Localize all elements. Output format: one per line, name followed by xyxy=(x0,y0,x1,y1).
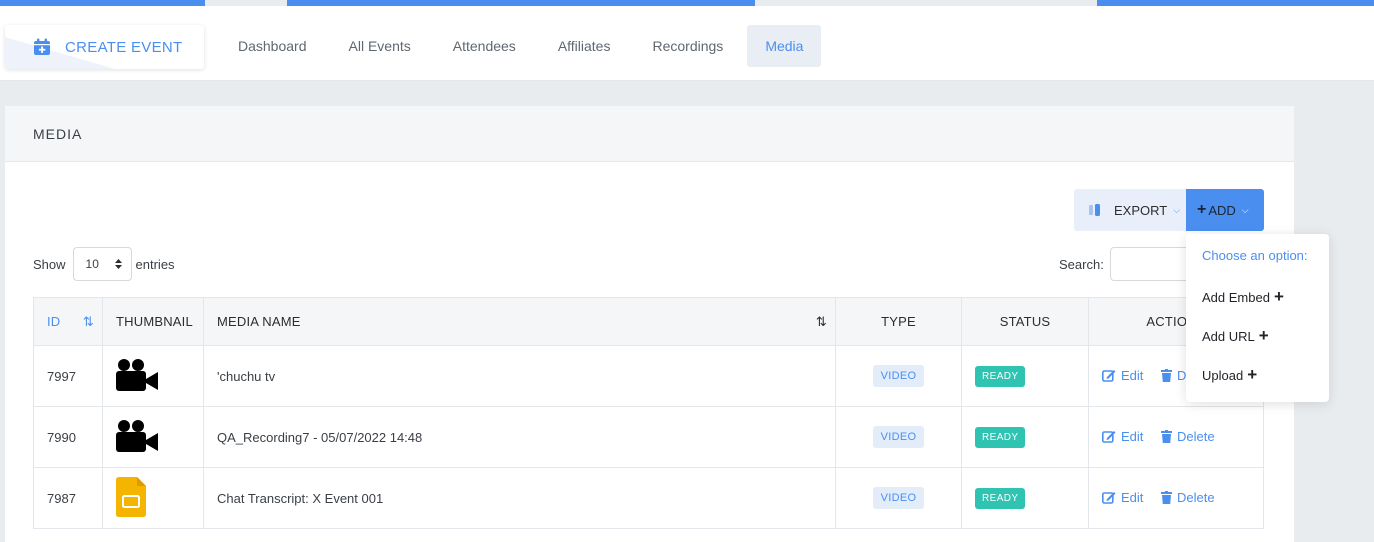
video-camera-icon xyxy=(116,419,158,452)
menu-item-upload[interactable]: Upload + xyxy=(1186,365,1329,385)
media-name: Chat Transcript: X Event 001 xyxy=(203,467,836,529)
type-badge: VIDEO xyxy=(872,365,925,387)
add-menu-heading: Choose an option: xyxy=(1202,248,1308,263)
add-button[interactable]: + ADD ⌵ xyxy=(1186,189,1264,231)
chevron-down-icon: ⌵ xyxy=(1241,204,1249,215)
add-options-menu: Choose an option: Add Embed + Add URL + … xyxy=(1186,234,1329,402)
page-length-control: Show 10 entries xyxy=(33,247,175,281)
create-event-label: CREATE EVENT xyxy=(65,38,183,56)
export-icon xyxy=(1089,204,1100,216)
edit-icon xyxy=(1102,430,1116,443)
plus-icon: + xyxy=(1197,201,1207,218)
export-label: EXPORT xyxy=(1114,202,1168,218)
nav-dashboard[interactable]: Dashboard xyxy=(238,25,307,67)
thumbnail[interactable] xyxy=(102,406,204,468)
table-row: 7990 QA_Recording7 - 05/07/2022 14:48 VI… xyxy=(33,406,1264,468)
status-badge: READY xyxy=(975,365,1026,387)
media-id: 7987 xyxy=(33,467,103,529)
chevron-down-icon: ⌵ xyxy=(1173,204,1181,215)
thumbnail[interactable] xyxy=(102,345,204,407)
trash-icon xyxy=(1161,429,1173,443)
menu-item-add-embed[interactable]: Add Embed + xyxy=(1186,287,1329,307)
edit-button[interactable]: Edit xyxy=(1102,490,1143,505)
nav-media[interactable]: Media xyxy=(747,25,822,67)
delete-button[interactable]: Delete xyxy=(1161,429,1215,444)
nav-all-events[interactable]: All Events xyxy=(349,25,411,67)
edit-button[interactable]: Edit xyxy=(1102,429,1143,444)
nav-affiliates[interactable]: Affiliates xyxy=(558,25,611,67)
status-badge: READY xyxy=(975,487,1026,509)
edit-icon xyxy=(1102,369,1116,382)
add-label: ADD xyxy=(1208,202,1236,218)
media-name: QA_Recording7 - 05/07/2022 14:48 xyxy=(203,406,836,468)
media-id: 7990 xyxy=(33,406,103,468)
delete-button[interactable]: Delete xyxy=(1161,490,1215,505)
plus-icon: + xyxy=(1247,365,1258,384)
calendar-plus-icon xyxy=(34,38,50,55)
column-header-id[interactable]: ID ⇅ xyxy=(33,297,103,346)
status-badge: READY xyxy=(975,426,1026,448)
top-navigation-bar: CREATE EVENT Dashboard All Events Attend… xyxy=(0,6,1374,81)
media-table: ID ⇅ THUMBNAIL MEDIA NAME ⇅ TYPE STATUS … xyxy=(33,297,1264,529)
table-row: 7997 'chuchu tv VIDEO READY Edit xyxy=(33,345,1264,407)
nav-recordings[interactable]: Recordings xyxy=(652,25,723,67)
type-badge: VIDEO xyxy=(872,487,925,509)
nav-attendees[interactable]: Attendees xyxy=(453,25,516,67)
export-button[interactable]: EXPORT ⌵ xyxy=(1074,189,1186,231)
media-card: MEDIA EXPORT ⌵ + ADD ⌵ Show 10 entries S… xyxy=(5,106,1294,542)
sort-icon: ⇅ xyxy=(82,313,94,329)
page-length-value: 10 xyxy=(85,257,99,271)
create-event-button[interactable]: CREATE EVENT xyxy=(5,25,204,69)
plus-icon: + xyxy=(1273,287,1284,306)
main-nav: Dashboard All Events Attendees Affiliate… xyxy=(238,25,863,67)
slides-file-icon xyxy=(116,476,146,517)
search-label: Search: xyxy=(1059,256,1104,272)
column-header-thumbnail: THUMBNAIL xyxy=(102,297,204,346)
menu-item-add-url[interactable]: Add URL + xyxy=(1186,326,1329,346)
trash-icon xyxy=(1161,490,1173,504)
entries-label: entries xyxy=(135,256,175,272)
plus-icon: + xyxy=(1258,326,1269,345)
thumbnail[interactable] xyxy=(102,467,204,529)
media-id: 7997 xyxy=(33,345,103,407)
table-row: 7987 Chat Transcript: X Event 001 VIDEO … xyxy=(33,467,1264,529)
show-label: Show xyxy=(33,256,66,272)
sort-icon: ⇅ xyxy=(815,313,827,329)
select-arrows-icon xyxy=(114,259,122,269)
column-header-status: STATUS xyxy=(961,297,1089,346)
edit-button[interactable]: Edit xyxy=(1102,368,1143,383)
video-camera-icon xyxy=(116,358,158,391)
column-header-type: TYPE xyxy=(835,297,962,346)
trash-icon xyxy=(1161,368,1173,382)
column-header-media-name[interactable]: MEDIA NAME ⇅ xyxy=(203,297,836,346)
edit-icon xyxy=(1102,491,1116,504)
page-length-select[interactable]: 10 xyxy=(72,247,132,281)
card-title: MEDIA xyxy=(5,106,1294,162)
media-name: 'chuchu tv xyxy=(203,345,836,407)
type-badge: VIDEO xyxy=(872,426,925,448)
